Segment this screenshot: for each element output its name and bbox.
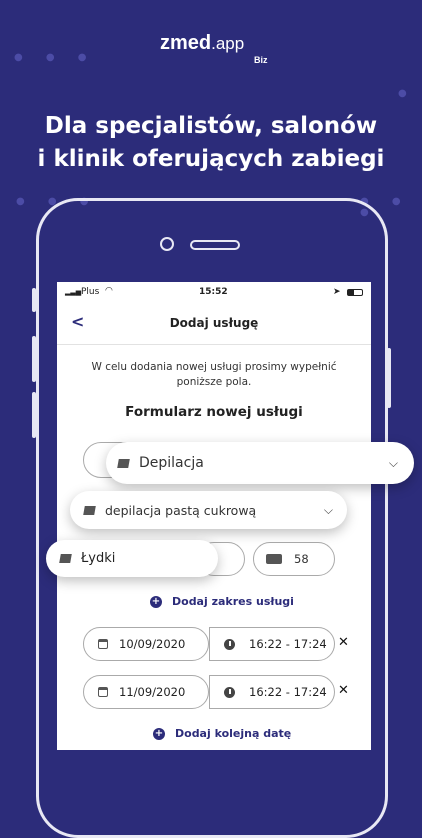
category-select[interactable]: Depilacja ⌵ bbox=[106, 442, 414, 484]
add-date-link[interactable]: + Dodaj kolejną datę bbox=[153, 727, 291, 740]
remove-date-button[interactable]: ✕ bbox=[338, 635, 349, 650]
camera-icon bbox=[160, 237, 174, 251]
clock-icon bbox=[224, 686, 235, 698]
service-value: depilacja pastą cukrową bbox=[105, 502, 257, 518]
price-value: 58 bbox=[294, 552, 309, 566]
decor-dots: ● bbox=[398, 88, 417, 99]
navigation-bar: < Dodaj usługę bbox=[57, 304, 371, 345]
calendar-icon bbox=[98, 687, 108, 697]
time-value: 16:22 - 17:24 bbox=[249, 685, 327, 699]
plus-icon: + bbox=[153, 727, 165, 740]
decor-dots: ● ● ● bbox=[14, 52, 97, 63]
area-value: Łydki bbox=[81, 551, 116, 566]
location-icon: ➤ bbox=[333, 287, 341, 297]
brand-name: zmed bbox=[160, 32, 212, 54]
time-field[interactable]: 16:22 - 17:24 bbox=[209, 675, 335, 709]
edit-icon bbox=[117, 458, 130, 468]
page-title: Dodaj usługę bbox=[169, 316, 259, 330]
price-field[interactable]: 58 bbox=[253, 542, 335, 576]
plus-icon: + bbox=[150, 595, 162, 608]
add-range-label: Dodaj zakres usługi bbox=[172, 595, 294, 608]
service-select[interactable]: depilacja pastą cukrową ⌵ bbox=[70, 491, 347, 529]
carrier-label: Plus bbox=[81, 287, 100, 297]
add-date-label: Dodaj kolejną datę bbox=[175, 727, 292, 740]
battery-icon bbox=[347, 289, 363, 296]
intro-text: W celu dodania nowej usługi prosimy wype… bbox=[91, 361, 337, 388]
phone-side-button bbox=[32, 288, 36, 312]
headline-line-1: Dla specjalistów, salonów bbox=[44, 113, 378, 139]
speaker-icon bbox=[190, 240, 240, 250]
area-select[interactable]: Łydki bbox=[46, 540, 218, 577]
form-title: Formularz nowej usługi bbox=[125, 404, 303, 420]
phone-side-button bbox=[32, 392, 36, 438]
headline: Dla specjalistów, salonów i klinik oferu… bbox=[0, 110, 422, 176]
category-value: Depilacja bbox=[139, 455, 204, 471]
calendar-icon bbox=[98, 639, 108, 649]
time-value: 16:22 - 17:24 bbox=[249, 637, 327, 651]
edit-icon bbox=[59, 554, 72, 563]
brand-suffix: .app bbox=[211, 34, 245, 53]
clock-label: 15:52 bbox=[199, 287, 228, 297]
date-field[interactable]: 11/09/2020 bbox=[83, 675, 209, 709]
chevron-down-icon: ⌵ bbox=[323, 502, 333, 517]
wifi-icon: ◠ bbox=[105, 286, 113, 296]
remove-date-button[interactable]: ✕ bbox=[338, 683, 349, 698]
time-field[interactable]: 16:22 - 17:24 bbox=[209, 627, 335, 661]
cash-icon bbox=[266, 554, 282, 564]
status-bar: ▂▃▅ Plus ◠ 15:52 ➤ bbox=[57, 286, 371, 301]
add-range-link[interactable]: + Dodaj zakres usługi bbox=[150, 595, 294, 608]
brand-sub: Biz bbox=[254, 55, 268, 65]
headline-line-2: i klinik oferujących zabiegi bbox=[37, 146, 385, 172]
chevron-down-icon: ⌵ bbox=[388, 455, 398, 470]
signal-icon: ▂▃▅ bbox=[65, 288, 82, 296]
edit-icon bbox=[83, 505, 96, 515]
phone-side-button bbox=[32, 336, 36, 382]
clock-icon bbox=[224, 638, 235, 650]
date-value: 11/09/2020 bbox=[119, 685, 186, 699]
date-field[interactable]: 10/09/2020 bbox=[83, 627, 209, 661]
phone-side-button bbox=[387, 348, 391, 408]
date-value: 10/09/2020 bbox=[119, 637, 186, 651]
brand-logo: zmed.app Biz bbox=[160, 32, 268, 65]
